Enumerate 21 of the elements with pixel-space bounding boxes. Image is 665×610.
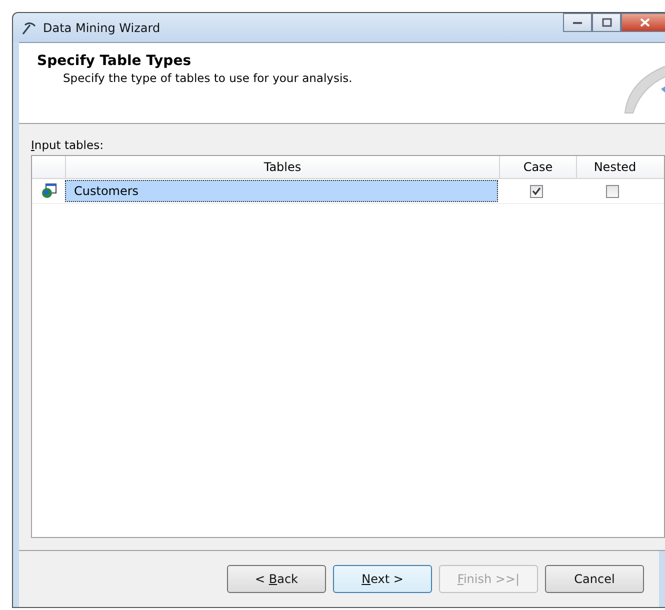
- wizard-button[interactable]: Next >: [333, 565, 432, 593]
- page-subtitle: Specify the type of tables to use for your analysis.: [62, 71, 352, 85]
- column-header[interactable]: Nested: [576, 156, 653, 178]
- maximize-icon: [602, 18, 612, 27]
- maximize-button[interactable]: [592, 13, 621, 32]
- close-icon: [640, 18, 650, 27]
- table-icon: [40, 183, 56, 199]
- wizard-button[interactable]: Cancel: [545, 565, 644, 593]
- column-header[interactable]: Tables: [65, 156, 499, 178]
- close-button[interactable]: [621, 13, 665, 32]
- page-title: Specify Table Types: [37, 53, 192, 69]
- minimize-button[interactable]: [563, 13, 592, 32]
- pickaxe-icon: [21, 20, 37, 34]
- case-checkbox[interactable]: [530, 184, 542, 198]
- minimize-icon: [572, 20, 582, 24]
- window-title: Data Mining Wizard: [43, 20, 162, 34]
- column-header[interactable]: Case: [499, 156, 576, 178]
- wizard-button[interactable]: < Back: [227, 565, 326, 593]
- table-name-cell[interactable]: Customers: [65, 180, 498, 202]
- nested-checkbox[interactable]: [606, 184, 618, 198]
- input-tables-label: Input tables:: [31, 138, 104, 152]
